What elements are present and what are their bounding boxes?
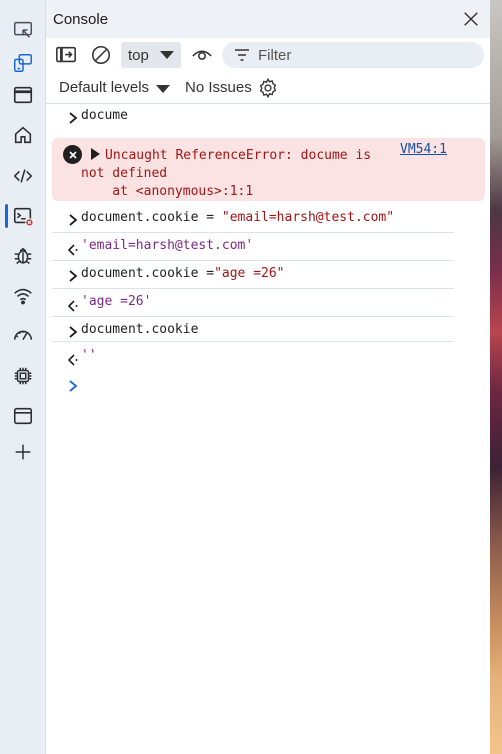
desktop-wallpaper-strip bbox=[490, 0, 502, 754]
panel-title: Console bbox=[53, 10, 109, 28]
log-levels-dropdown[interactable]: Default levels bbox=[59, 79, 149, 96]
console-input-row: document.cookie = "email=harsh@test.com" bbox=[52, 206, 454, 233]
code-prefix: document.cookie = bbox=[81, 210, 222, 225]
result-arrow-icon bbox=[67, 354, 78, 366]
prompt-chevron-icon bbox=[69, 214, 78, 226]
memory-chip-icon[interactable] bbox=[0, 358, 46, 394]
error-circle-icon bbox=[63, 145, 82, 164]
error-message-text-cont: not defined bbox=[81, 166, 168, 181]
prompt-chevron-icon bbox=[69, 326, 78, 338]
expand-triangle-icon[interactable] bbox=[91, 148, 100, 160]
filter-icon bbox=[235, 49, 249, 61]
console-input-text: document.cookie = "email=harsh@test.com" bbox=[81, 210, 394, 225]
chevron-down-icon bbox=[160, 51, 174, 59]
wifi-icon[interactable] bbox=[0, 278, 46, 314]
add-tool-plus-icon[interactable] bbox=[0, 434, 46, 470]
result-arrow-icon bbox=[67, 244, 78, 256]
show-sidebar-icon[interactable] bbox=[55, 44, 77, 66]
console-input-row: docume bbox=[52, 104, 454, 136]
sources-code-icon[interactable] bbox=[0, 158, 46, 194]
console-result-text: 'age =26' bbox=[81, 294, 152, 309]
close-icon[interactable] bbox=[462, 10, 480, 28]
prompt-chevron-icon bbox=[69, 380, 78, 392]
context-selector[interactable]: top bbox=[121, 42, 181, 68]
console-input-row: document.cookie bbox=[52, 318, 454, 342]
device-emulation-icon[interactable] bbox=[0, 45, 46, 81]
error-message-text: Uncaught ReferenceError: docume is bbox=[105, 148, 372, 163]
devtools-console-panel: Console top Default levels No Issues doc… bbox=[46, 0, 490, 754]
prompt-chevron-icon bbox=[69, 270, 78, 282]
home-icon[interactable] bbox=[0, 117, 46, 153]
console-settings-bar: Default levels No Issues bbox=[46, 72, 490, 104]
console-error-message: Uncaught ReferenceError: docume is not d… bbox=[52, 138, 485, 201]
live-expression-eye-icon[interactable] bbox=[191, 44, 213, 66]
panel-titlebar: Console bbox=[46, 0, 490, 38]
console-icon[interactable] bbox=[0, 198, 46, 234]
console-result-text: 'email=harsh@test.com' bbox=[81, 238, 254, 253]
source-link[interactable]: VM54:1 bbox=[400, 142, 447, 157]
bug-icon[interactable] bbox=[0, 238, 46, 274]
console-input-text: document.cookie bbox=[81, 322, 199, 337]
console-result-row: 'age =26' bbox=[52, 290, 454, 317]
console-input-row: document.cookie ="age =26" bbox=[52, 262, 454, 289]
console-result-row: 'email=harsh@test.com' bbox=[52, 234, 454, 261]
elements-panel-icon[interactable] bbox=[0, 77, 46, 113]
filter-field[interactable] bbox=[222, 42, 484, 68]
prompt-chevron-icon bbox=[69, 112, 78, 124]
result-arrow-icon bbox=[67, 300, 78, 312]
activity-bar bbox=[0, 0, 46, 754]
console-input-text: docume bbox=[81, 108, 128, 123]
console-toolbar: top bbox=[46, 38, 490, 72]
clear-console-icon[interactable] bbox=[90, 44, 112, 66]
performance-gauge-icon[interactable] bbox=[0, 318, 46, 354]
code-string: "email=harsh@test.com" bbox=[221, 210, 395, 225]
code-prefix: document.cookie = bbox=[81, 266, 215, 281]
code-string: "age =26" bbox=[214, 266, 285, 281]
levels-chevron-down-icon[interactable] bbox=[156, 85, 170, 93]
application-window-icon[interactable] bbox=[0, 398, 46, 434]
filter-input[interactable] bbox=[258, 46, 458, 64]
gear-icon[interactable] bbox=[257, 77, 279, 99]
console-input-text: document.cookie ="age =26" bbox=[81, 266, 285, 281]
console-prompt[interactable] bbox=[52, 372, 454, 398]
screencast-icon[interactable] bbox=[0, 12, 46, 48]
error-stack-trace: at <anonymous>:1:1 bbox=[81, 184, 254, 199]
context-selector-value: top bbox=[128, 46, 149, 64]
issues-counter[interactable]: No Issues bbox=[185, 79, 252, 96]
console-result-text: '' bbox=[81, 348, 97, 363]
console-result-row: '' bbox=[52, 344, 454, 371]
